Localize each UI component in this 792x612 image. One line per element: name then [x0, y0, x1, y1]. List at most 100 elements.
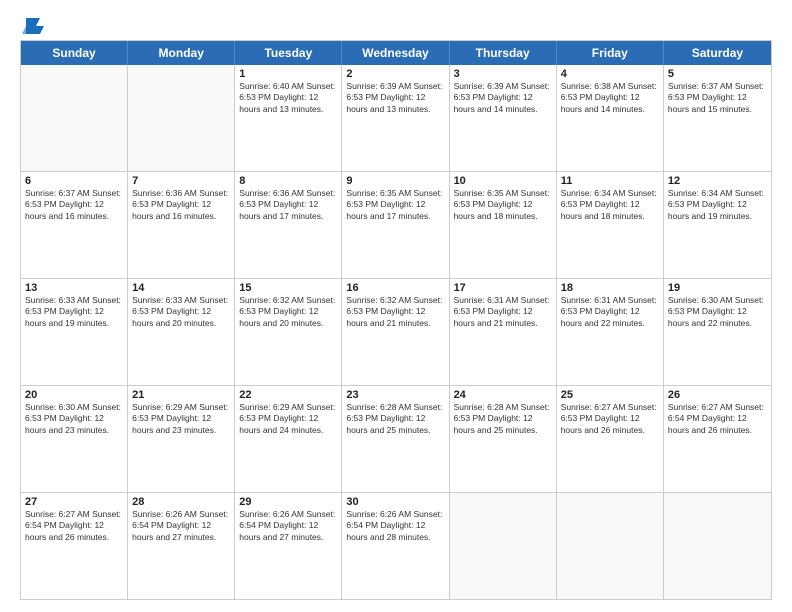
day-info: Sunrise: 6:30 AM Sunset: 6:53 PM Dayligh… [25, 402, 123, 436]
day-number: 19 [668, 282, 767, 294]
day-info: Sunrise: 6:32 AM Sunset: 6:53 PM Dayligh… [346, 295, 444, 329]
day-number: 13 [25, 282, 123, 294]
calendar-cell: 10Sunrise: 6:35 AM Sunset: 6:53 PM Dayli… [450, 172, 557, 278]
day-info: Sunrise: 6:33 AM Sunset: 6:53 PM Dayligh… [132, 295, 230, 329]
calendar-cell: 20Sunrise: 6:30 AM Sunset: 6:53 PM Dayli… [21, 386, 128, 492]
calendar-cell: 19Sunrise: 6:30 AM Sunset: 6:53 PM Dayli… [664, 279, 771, 385]
day-number: 24 [454, 389, 552, 401]
calendar-cell: 9Sunrise: 6:35 AM Sunset: 6:53 PM Daylig… [342, 172, 449, 278]
calendar-cell: 21Sunrise: 6:29 AM Sunset: 6:53 PM Dayli… [128, 386, 235, 492]
calendar-cell: 18Sunrise: 6:31 AM Sunset: 6:53 PM Dayli… [557, 279, 664, 385]
calendar-cell: 28Sunrise: 6:26 AM Sunset: 6:54 PM Dayli… [128, 493, 235, 599]
day-info: Sunrise: 6:26 AM Sunset: 6:54 PM Dayligh… [346, 509, 444, 543]
day-info: Sunrise: 6:28 AM Sunset: 6:53 PM Dayligh… [454, 402, 552, 436]
day-number: 4 [561, 68, 659, 80]
day-number: 5 [668, 68, 767, 80]
day-info: Sunrise: 6:34 AM Sunset: 6:53 PM Dayligh… [561, 188, 659, 222]
calendar-cell: 29Sunrise: 6:26 AM Sunset: 6:54 PM Dayli… [235, 493, 342, 599]
day-info: Sunrise: 6:26 AM Sunset: 6:54 PM Dayligh… [132, 509, 230, 543]
calendar-cell: 4Sunrise: 6:38 AM Sunset: 6:53 PM Daylig… [557, 65, 664, 171]
day-info: Sunrise: 6:27 AM Sunset: 6:54 PM Dayligh… [25, 509, 123, 543]
calendar-cell: 17Sunrise: 6:31 AM Sunset: 6:53 PM Dayli… [450, 279, 557, 385]
day-number: 10 [454, 175, 552, 187]
day-number: 17 [454, 282, 552, 294]
day-info: Sunrise: 6:36 AM Sunset: 6:53 PM Dayligh… [239, 188, 337, 222]
calendar-row-1: 1Sunrise: 6:40 AM Sunset: 6:53 PM Daylig… [21, 65, 771, 171]
day-number: 25 [561, 389, 659, 401]
day-number: 27 [25, 496, 123, 508]
calendar-cell: 12Sunrise: 6:34 AM Sunset: 6:53 PM Dayli… [664, 172, 771, 278]
logo [20, 18, 44, 30]
day-info: Sunrise: 6:35 AM Sunset: 6:53 PM Dayligh… [454, 188, 552, 222]
calendar-cell: 8Sunrise: 6:36 AM Sunset: 6:53 PM Daylig… [235, 172, 342, 278]
calendar-cell [664, 493, 771, 599]
day-number: 22 [239, 389, 337, 401]
calendar-row-4: 20Sunrise: 6:30 AM Sunset: 6:53 PM Dayli… [21, 385, 771, 492]
day-number: 21 [132, 389, 230, 401]
calendar-row-2: 6Sunrise: 6:37 AM Sunset: 6:53 PM Daylig… [21, 171, 771, 278]
calendar-cell: 14Sunrise: 6:33 AM Sunset: 6:53 PM Dayli… [128, 279, 235, 385]
day-number: 20 [25, 389, 123, 401]
header-cell-wednesday: Wednesday [342, 41, 449, 65]
header-cell-thursday: Thursday [450, 41, 557, 65]
calendar-row-5: 27Sunrise: 6:27 AM Sunset: 6:54 PM Dayli… [21, 492, 771, 599]
calendar-cell: 16Sunrise: 6:32 AM Sunset: 6:53 PM Dayli… [342, 279, 449, 385]
calendar-cell [450, 493, 557, 599]
day-number: 12 [668, 175, 767, 187]
day-info: Sunrise: 6:31 AM Sunset: 6:53 PM Dayligh… [561, 295, 659, 329]
day-info: Sunrise: 6:38 AM Sunset: 6:53 PM Dayligh… [561, 81, 659, 115]
header-cell-saturday: Saturday [664, 41, 771, 65]
day-number: 3 [454, 68, 552, 80]
day-info: Sunrise: 6:36 AM Sunset: 6:53 PM Dayligh… [132, 188, 230, 222]
calendar-cell [128, 65, 235, 171]
calendar-cell [21, 65, 128, 171]
day-number: 7 [132, 175, 230, 187]
calendar-cell: 13Sunrise: 6:33 AM Sunset: 6:53 PM Dayli… [21, 279, 128, 385]
calendar-cell: 24Sunrise: 6:28 AM Sunset: 6:53 PM Dayli… [450, 386, 557, 492]
header-cell-monday: Monday [128, 41, 235, 65]
day-info: Sunrise: 6:33 AM Sunset: 6:53 PM Dayligh… [25, 295, 123, 329]
calendar-cell: 3Sunrise: 6:39 AM Sunset: 6:53 PM Daylig… [450, 65, 557, 171]
day-info: Sunrise: 6:37 AM Sunset: 6:53 PM Dayligh… [668, 81, 767, 115]
day-info: Sunrise: 6:30 AM Sunset: 6:53 PM Dayligh… [668, 295, 767, 329]
day-info: Sunrise: 6:34 AM Sunset: 6:53 PM Dayligh… [668, 188, 767, 222]
day-info: Sunrise: 6:31 AM Sunset: 6:53 PM Dayligh… [454, 295, 552, 329]
calendar-cell: 11Sunrise: 6:34 AM Sunset: 6:53 PM Dayli… [557, 172, 664, 278]
day-info: Sunrise: 6:37 AM Sunset: 6:53 PM Dayligh… [25, 188, 123, 222]
day-number: 30 [346, 496, 444, 508]
day-number: 29 [239, 496, 337, 508]
calendar-cell [557, 493, 664, 599]
calendar-cell: 26Sunrise: 6:27 AM Sunset: 6:54 PM Dayli… [664, 386, 771, 492]
day-info: Sunrise: 6:28 AM Sunset: 6:53 PM Dayligh… [346, 402, 444, 436]
day-number: 14 [132, 282, 230, 294]
calendar-cell: 25Sunrise: 6:27 AM Sunset: 6:53 PM Dayli… [557, 386, 664, 492]
calendar-cell: 5Sunrise: 6:37 AM Sunset: 6:53 PM Daylig… [664, 65, 771, 171]
day-number: 26 [668, 389, 767, 401]
day-info: Sunrise: 6:27 AM Sunset: 6:54 PM Dayligh… [668, 402, 767, 436]
day-info: Sunrise: 6:27 AM Sunset: 6:53 PM Dayligh… [561, 402, 659, 436]
day-info: Sunrise: 6:29 AM Sunset: 6:53 PM Dayligh… [239, 402, 337, 436]
logo-icon [22, 18, 44, 36]
day-number: 18 [561, 282, 659, 294]
calendar-cell: 7Sunrise: 6:36 AM Sunset: 6:53 PM Daylig… [128, 172, 235, 278]
header-cell-tuesday: Tuesday [235, 41, 342, 65]
day-number: 2 [346, 68, 444, 80]
day-number: 16 [346, 282, 444, 294]
day-number: 23 [346, 389, 444, 401]
calendar-header: SundayMondayTuesdayWednesdayThursdayFrid… [21, 41, 771, 65]
calendar-cell: 2Sunrise: 6:39 AM Sunset: 6:53 PM Daylig… [342, 65, 449, 171]
calendar-body: 1Sunrise: 6:40 AM Sunset: 6:53 PM Daylig… [21, 65, 771, 599]
day-info: Sunrise: 6:26 AM Sunset: 6:54 PM Dayligh… [239, 509, 337, 543]
calendar-cell: 1Sunrise: 6:40 AM Sunset: 6:53 PM Daylig… [235, 65, 342, 171]
calendar-cell: 23Sunrise: 6:28 AM Sunset: 6:53 PM Dayli… [342, 386, 449, 492]
calendar-cell: 27Sunrise: 6:27 AM Sunset: 6:54 PM Dayli… [21, 493, 128, 599]
day-info: Sunrise: 6:40 AM Sunset: 6:53 PM Dayligh… [239, 81, 337, 115]
day-info: Sunrise: 6:39 AM Sunset: 6:53 PM Dayligh… [346, 81, 444, 115]
day-info: Sunrise: 6:39 AM Sunset: 6:53 PM Dayligh… [454, 81, 552, 115]
day-number: 15 [239, 282, 337, 294]
day-number: 8 [239, 175, 337, 187]
calendar-cell: 30Sunrise: 6:26 AM Sunset: 6:54 PM Dayli… [342, 493, 449, 599]
page-header [20, 18, 772, 30]
header-cell-friday: Friday [557, 41, 664, 65]
calendar-row-3: 13Sunrise: 6:33 AM Sunset: 6:53 PM Dayli… [21, 278, 771, 385]
